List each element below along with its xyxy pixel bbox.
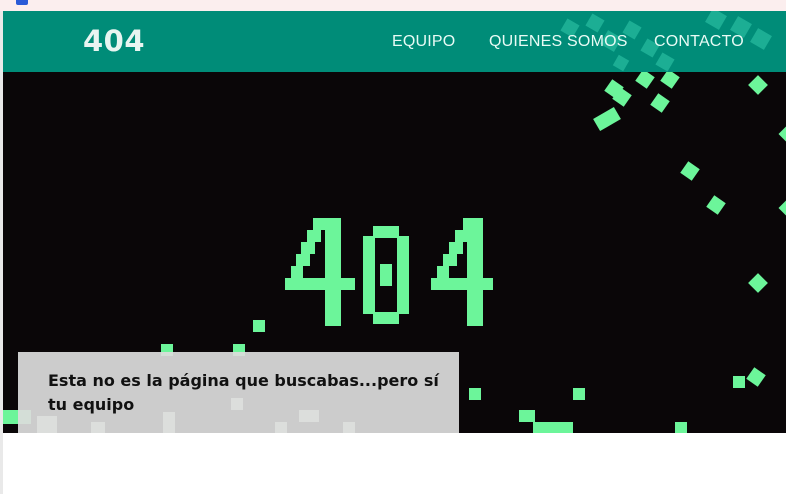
page-footer-area — [3, 433, 786, 494]
navbar: 404 EQUIPO QUIENES SOMOS CONTACTO — [3, 11, 786, 72]
browser-tab-icon — [16, 0, 28, 5]
nav-link-equipo[interactable]: EQUIPO — [392, 33, 455, 51]
not-found-message: Esta no es la página que buscabas...pero… — [48, 371, 439, 414]
site-logo[interactable]: 404 — [83, 24, 145, 58]
big-404-graphic — [285, 218, 493, 326]
browser-tab-strip — [0, 0, 786, 11]
message-box: Esta no es la página que buscabas...pero… — [18, 352, 459, 433]
nav-link-quienes-somos[interactable]: QUIENES SOMOS — [489, 33, 628, 51]
nav-link-contacto[interactable]: CONTACTO — [654, 33, 744, 51]
